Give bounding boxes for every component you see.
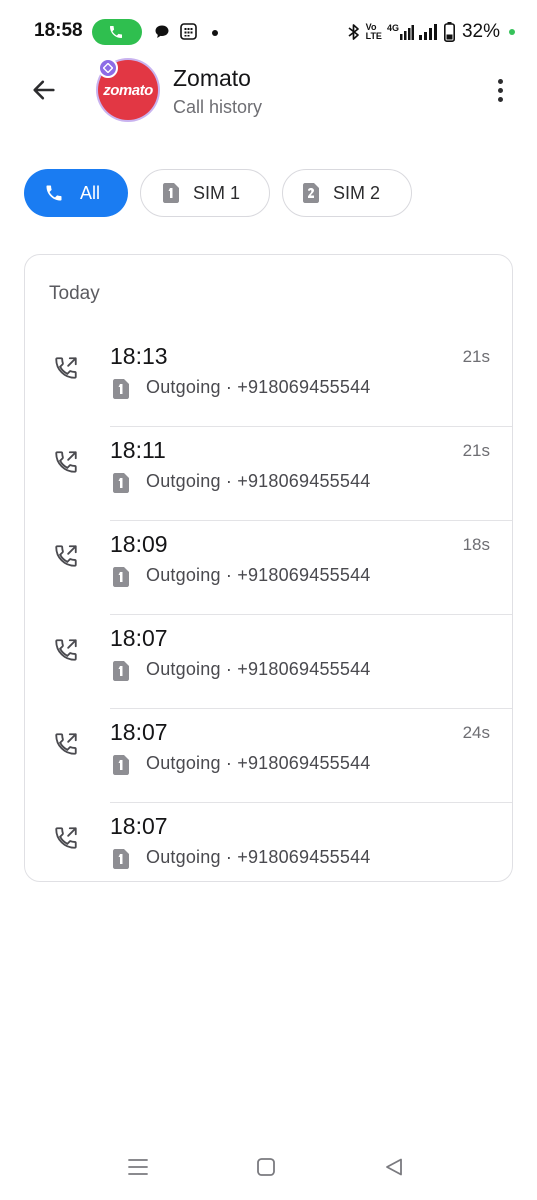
phone-icon	[46, 185, 62, 201]
bluetooth-icon	[348, 24, 359, 40]
back-button[interactable]	[24, 70, 64, 110]
status-time: 18:58	[34, 20, 83, 41]
call-log-row[interactable]: 18:07 Outgoing · +918069455544	[25, 803, 512, 881]
call-duration: 21s	[462, 441, 490, 460]
sim1-icon	[163, 183, 179, 203]
call-detail: Outgoing · +918069455544	[146, 565, 371, 585]
call-active-icon[interactable]	[92, 19, 142, 45]
home-button[interactable]	[250, 1154, 282, 1180]
privacy-indicator-dot	[509, 29, 515, 35]
filter-chip-label: SIM 1	[193, 182, 241, 203]
more-dot-icon	[497, 87, 503, 93]
avatar-logo-text: zomato	[103, 81, 153, 99]
filter-chip-label: All	[80, 182, 101, 203]
call-time: 18:07	[110, 719, 168, 745]
business-badge-icon	[98, 58, 118, 78]
call-duration: 24s	[462, 723, 490, 742]
contact-name: Zomato	[173, 65, 251, 91]
call-time: 18:07	[110, 813, 168, 839]
call-duration: 21s	[462, 347, 490, 366]
more-dot-icon	[497, 78, 503, 84]
notification-dot	[212, 30, 218, 36]
filter-chip-all[interactable]: All	[24, 169, 128, 217]
status-right-group: Vo LTE 4G 32%	[347, 20, 515, 44]
signal-icon	[418, 24, 437, 40]
outgoing-call-icon	[55, 827, 77, 849]
filter-chip-label: SIM 2	[333, 182, 381, 203]
outgoing-call-icon	[55, 451, 77, 473]
page-subtitle: Call history	[173, 97, 263, 117]
calendar-grid-icon	[180, 23, 197, 40]
call-log-row[interactable]: 18:09 18s Outgoing · +918069455544	[25, 521, 512, 615]
call-time: 18:07	[110, 625, 168, 651]
menu-icon	[128, 1159, 148, 1175]
outgoing-call-icon	[55, 733, 77, 755]
network-type-text: 4G	[386, 23, 399, 33]
sim1-icon	[113, 379, 129, 399]
call-log-row[interactable]: 18:13 21s Outgoing · +918069455544	[25, 333, 512, 427]
sim1-icon	[113, 661, 129, 681]
call-log-row[interactable]: 18:07 24s Outgoing · +918069455544	[25, 709, 512, 803]
home-icon	[257, 1158, 275, 1176]
call-history-card: Today 18:13 21s Outgoing · +918069455544…	[24, 254, 513, 882]
call-detail: Outgoing · +918069455544	[146, 753, 371, 773]
sim1-icon	[113, 567, 129, 587]
outgoing-call-icon	[55, 545, 77, 567]
status-bar: 18:58 Vo LTE 4G 32%	[0, 0, 537, 64]
back-triangle-icon	[386, 1158, 402, 1176]
call-detail: Outgoing · +918069455544	[146, 471, 371, 491]
sim1-icon	[113, 473, 129, 493]
more-dot-icon	[497, 96, 503, 102]
battery-icon	[443, 22, 455, 42]
recents-button[interactable]	[122, 1154, 154, 1180]
call-detail: Outgoing · +918069455544	[146, 377, 371, 397]
filter-chip-sim2[interactable]: SIM 2	[282, 169, 412, 217]
more-options-button[interactable]	[484, 72, 516, 108]
outgoing-call-icon	[55, 357, 77, 379]
system-back-button[interactable]	[378, 1154, 410, 1180]
call-log-row[interactable]: 18:07 Outgoing · +918069455544	[25, 615, 512, 709]
section-title-today: Today	[49, 283, 100, 304]
volte-bottom-text: LTE	[365, 31, 382, 41]
call-time: 18:13	[110, 343, 168, 369]
filter-chip-sim1[interactable]: SIM 1	[140, 169, 270, 217]
call-detail: Outgoing · +918069455544	[146, 847, 371, 867]
call-detail: Outgoing · +918069455544	[146, 659, 371, 679]
call-time: 18:09	[110, 531, 168, 557]
battery-percent: 32%	[461, 21, 500, 42]
arrow-left-icon	[33, 80, 55, 100]
call-log-row[interactable]: 18:11 21s Outgoing · +918069455544	[25, 427, 512, 521]
call-time: 18:11	[110, 437, 166, 463]
signal-4g-icon: 4G	[387, 24, 414, 40]
outgoing-call-icon	[55, 639, 77, 661]
sim2-icon	[303, 183, 319, 203]
call-duration: 18s	[462, 535, 490, 554]
sim1-icon	[113, 755, 129, 775]
volte-icon: Vo LTE	[366, 23, 382, 41]
sim1-icon	[113, 849, 129, 869]
chat-bubble-icon	[155, 25, 169, 38]
system-nav-bar	[0, 1140, 537, 1192]
